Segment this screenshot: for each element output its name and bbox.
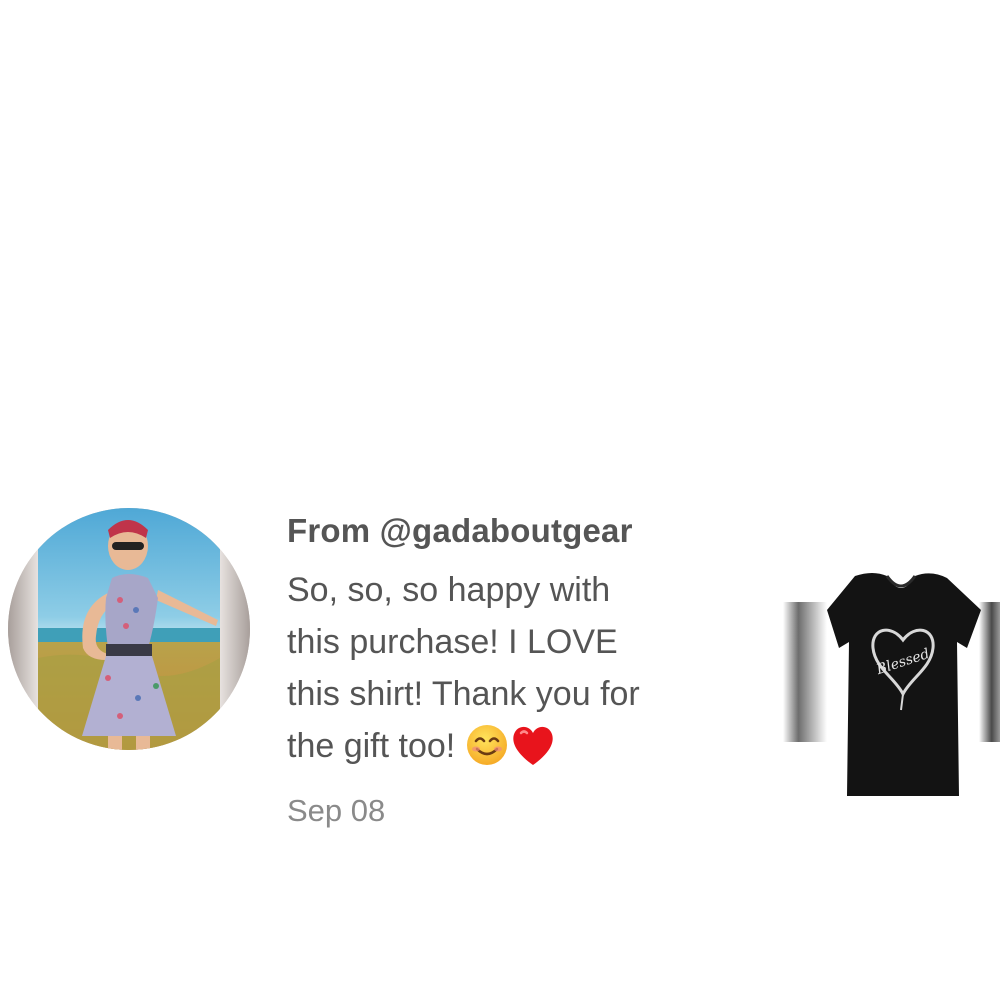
- review-line: this shirt! Thank you for: [287, 675, 640, 713]
- review-line: this purchase! I LOVE: [287, 623, 618, 661]
- review-author[interactable]: From @gadaboutgear: [287, 508, 757, 554]
- product-thumbnail[interactable]: Blessed: [783, 570, 1000, 800]
- review-card: From @gadaboutgear So, so, so happy with…: [0, 500, 1000, 828]
- review-body: So, so, so happy with this purchase! I L…: [287, 564, 757, 782]
- review-date: Sep 08: [287, 792, 386, 828]
- review-text-block: From @gadaboutgear So, so, so happy with…: [287, 508, 757, 834]
- tshirt-image: Blessed: [783, 573, 1000, 796]
- reviewer-avatar[interactable]: [8, 508, 250, 750]
- review-line-with-emojis: the gift too!: [287, 720, 757, 782]
- red-heart-emoji-icon: [509, 723, 557, 782]
- emoji-row: [465, 723, 557, 782]
- avatar-photo: [8, 508, 250, 750]
- review-line: So, so, so happy with: [287, 571, 611, 609]
- smiling-face-emoji-icon: [465, 723, 509, 782]
- page: From @gadaboutgear So, so, so happy with…: [0, 0, 1000, 1000]
- review-line: the gift too!: [287, 727, 456, 765]
